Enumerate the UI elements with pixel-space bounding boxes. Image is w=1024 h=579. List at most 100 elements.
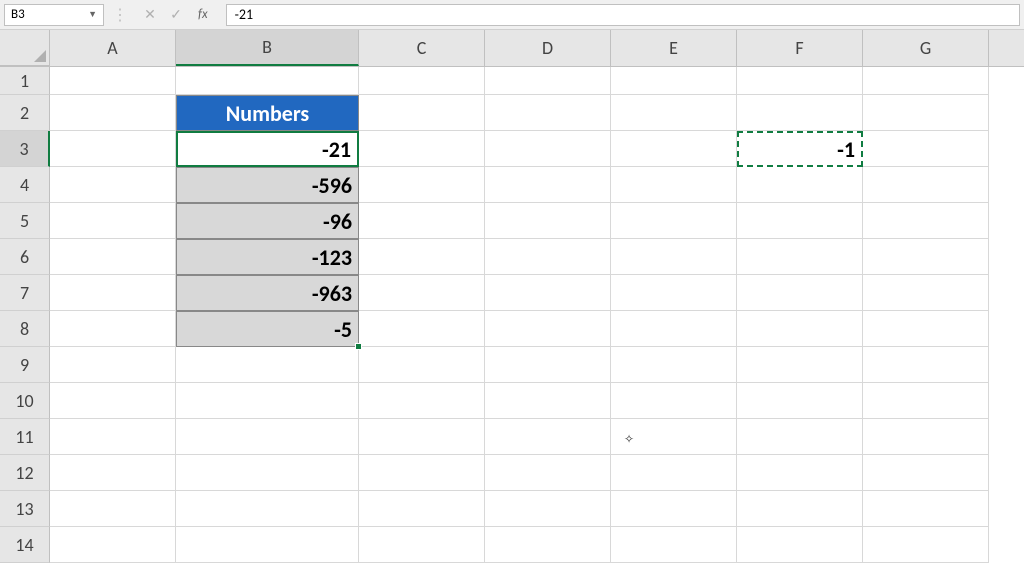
col-header-G[interactable]: G (863, 30, 989, 66)
cell-G8[interactable] (863, 311, 989, 347)
cell-A10[interactable] (50, 383, 176, 419)
col-header-B[interactable]: B (176, 30, 359, 66)
cell-D6[interactable] (485, 239, 611, 275)
cell-B13[interactable] (176, 491, 359, 527)
col-header-C[interactable]: C (359, 30, 485, 66)
cell-D2[interactable] (485, 95, 611, 131)
cell-G9[interactable] (863, 347, 989, 383)
cell-F1[interactable] (737, 67, 863, 95)
row-header-2[interactable]: 2 (0, 95, 50, 131)
cell-D5[interactable] (485, 203, 611, 239)
cell-D10[interactable] (485, 383, 611, 419)
row-header-11[interactable]: 11 (0, 419, 50, 455)
cell-D12[interactable] (485, 455, 611, 491)
row-header-3[interactable]: 3 (0, 131, 50, 167)
cell-E13[interactable] (611, 491, 737, 527)
cell-A14[interactable] (50, 527, 176, 563)
cell-B8[interactable]: -5 (176, 311, 359, 347)
cell-F5[interactable] (737, 203, 863, 239)
cell-E8[interactable] (611, 311, 737, 347)
cell-A7[interactable] (50, 275, 176, 311)
cell-A4[interactable] (50, 167, 176, 203)
cell-F3[interactable]: -1 (737, 131, 863, 167)
cell-E6[interactable] (611, 239, 737, 275)
cell-G4[interactable] (863, 167, 989, 203)
cell-G7[interactable] (863, 275, 989, 311)
cell-C4[interactable] (359, 167, 485, 203)
cell-E7[interactable] (611, 275, 737, 311)
cell-C8[interactable] (359, 311, 485, 347)
cell-B7[interactable]: -963 (176, 275, 359, 311)
cell-F14[interactable] (737, 527, 863, 563)
cell-B1[interactable] (176, 67, 359, 95)
cell-A5[interactable] (50, 203, 176, 239)
cell-D7[interactable] (485, 275, 611, 311)
cell-G6[interactable] (863, 239, 989, 275)
cell-G11[interactable] (863, 419, 989, 455)
cell-G13[interactable] (863, 491, 989, 527)
cell-B4[interactable]: -596 (176, 167, 359, 203)
cell-G3[interactable] (863, 131, 989, 167)
fx-icon[interactable]: fx (194, 7, 212, 22)
accept-icon[interactable]: ✓ (168, 6, 184, 23)
row-header-14[interactable]: 14 (0, 527, 50, 563)
cell-C1[interactable] (359, 67, 485, 95)
row-header-13[interactable]: 13 (0, 491, 50, 527)
select-all-corner[interactable] (0, 30, 50, 66)
cell-C11[interactable] (359, 419, 485, 455)
cell-B5[interactable]: -96 (176, 203, 359, 239)
cell-E4[interactable] (611, 167, 737, 203)
cell-E2[interactable] (611, 95, 737, 131)
col-header-D[interactable]: D (485, 30, 611, 66)
cell-B2[interactable]: Numbers (176, 95, 359, 131)
cell-D1[interactable] (485, 67, 611, 95)
cell-E5[interactable] (611, 203, 737, 239)
cell-B11[interactable] (176, 419, 359, 455)
cell-E14[interactable] (611, 527, 737, 563)
cell-F12[interactable] (737, 455, 863, 491)
row-header-7[interactable]: 7 (0, 275, 50, 311)
cell-A13[interactable] (50, 491, 176, 527)
cell-A6[interactable] (50, 239, 176, 275)
cell-F8[interactable] (737, 311, 863, 347)
formula-input[interactable]: -21 (226, 4, 1020, 26)
row-header-8[interactable]: 8 (0, 311, 50, 347)
cell-G10[interactable] (863, 383, 989, 419)
row-header-10[interactable]: 10 (0, 383, 50, 419)
cell-C2[interactable] (359, 95, 485, 131)
cell-E3[interactable] (611, 131, 737, 167)
cell-E9[interactable] (611, 347, 737, 383)
cell-D8[interactable] (485, 311, 611, 347)
cell-D3[interactable] (485, 131, 611, 167)
cell-G12[interactable] (863, 455, 989, 491)
cell-D13[interactable] (485, 491, 611, 527)
cell-A12[interactable] (50, 455, 176, 491)
cell-C14[interactable] (359, 527, 485, 563)
cell-C3[interactable] (359, 131, 485, 167)
cell-C5[interactable] (359, 203, 485, 239)
cell-F11[interactable] (737, 419, 863, 455)
cell-E12[interactable] (611, 455, 737, 491)
cell-C10[interactable] (359, 383, 485, 419)
cell-F2[interactable] (737, 95, 863, 131)
cell-F6[interactable] (737, 239, 863, 275)
cell-E10[interactable] (611, 383, 737, 419)
cell-F13[interactable] (737, 491, 863, 527)
row-header-12[interactable]: 12 (0, 455, 50, 491)
cell-A1[interactable] (50, 67, 176, 95)
cell-C12[interactable] (359, 455, 485, 491)
cell-G14[interactable] (863, 527, 989, 563)
cell-F10[interactable] (737, 383, 863, 419)
cell-B12[interactable] (176, 455, 359, 491)
col-header-A[interactable]: A (50, 30, 176, 66)
cell-A9[interactable] (50, 347, 176, 383)
cell-F9[interactable] (737, 347, 863, 383)
cell-C13[interactable] (359, 491, 485, 527)
cell-B10[interactable] (176, 383, 359, 419)
name-box[interactable]: B3 ▼ (4, 4, 104, 26)
cell-G1[interactable] (863, 67, 989, 95)
cell-A3[interactable] (50, 131, 176, 167)
cell-D9[interactable] (485, 347, 611, 383)
cell-B3[interactable]: -21 (176, 131, 359, 167)
cell-C9[interactable] (359, 347, 485, 383)
